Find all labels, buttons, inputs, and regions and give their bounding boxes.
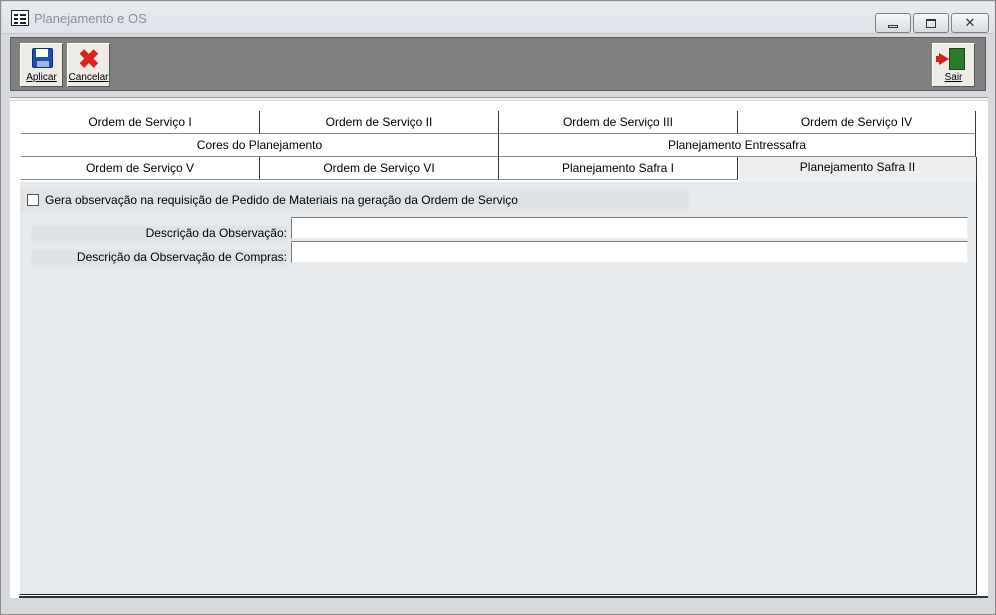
gera-observacao-row: Gera observação na requisição de Pedido … <box>21 189 689 211</box>
descricao-observacao-input[interactable] <box>291 217 968 239</box>
tab-planejamento-safra-2[interactable]: Planejamento Safra II <box>738 157 977 183</box>
save-icon <box>32 48 53 68</box>
window-title: Planejamento e OS <box>34 11 147 26</box>
tab-planejamento-entressafra[interactable]: Planejamento Entressafra <box>499 134 976 157</box>
maximize-icon <box>926 18 936 28</box>
minimize-button[interactable] <box>875 13 911 33</box>
gera-observacao-checkbox[interactable] <box>27 194 39 206</box>
cancel-button[interactable]: ✖ Cancelar <box>67 43 110 87</box>
descricao-observacao-compras-input[interactable] <box>291 241 968 263</box>
tab-ordem-servico-1[interactable]: Ordem de Serviço I <box>21 111 260 134</box>
tab-ordem-servico-2[interactable]: Ordem de Serviço II <box>260 111 499 134</box>
app-icon <box>11 10 29 26</box>
close-button[interactable]: ✕ <box>951 13 989 33</box>
title-bar: Planejamento e OS ✕ <box>2 2 994 34</box>
tab-ordem-servico-5[interactable]: Ordem de Serviço V <box>21 157 260 180</box>
descricao-observacao-compras-label-text: Descrição da Observação de Compras: <box>76 250 287 264</box>
tab-ordem-servico-4[interactable]: Ordem de Serviço IV <box>738 111 976 134</box>
toolbar: Aplicar ✖ Cancelar Sair <box>10 37 986 91</box>
minimize-icon <box>888 24 898 28</box>
maximize-button[interactable] <box>913 13 949 33</box>
apply-button[interactable]: Aplicar <box>20 43 63 87</box>
descricao-observacao-label: Descrição da Observação: <box>31 226 287 243</box>
panel-border <box>19 596 988 598</box>
cancel-icon: ✖ <box>78 44 100 74</box>
tab-ordem-servico-6[interactable]: Ordem de Serviço VI <box>260 157 499 180</box>
toolbar-divider <box>10 97 988 100</box>
apply-label: Aplicar <box>26 72 57 83</box>
descricao-observacao-label-text: Descrição da Observação: <box>145 226 287 240</box>
close-icon: ✕ <box>964 15 976 30</box>
descricao-observacao-compras-label: Descrição da Observação de Compras: <box>31 250 287 267</box>
cancel-label: Cancelar <box>68 72 109 83</box>
exit-button[interactable]: Sair <box>932 43 975 87</box>
app-window: Planejamento e OS ✕ Aplicar ✖ Cancelar S… <box>0 0 996 615</box>
tab-ordem-servico-3[interactable]: Ordem de Serviço III <box>499 111 738 134</box>
gera-observacao-label: Gera observação na requisição de Pedido … <box>45 193 518 207</box>
exit-label: Sair <box>944 72 963 83</box>
tab-planejamento-safra-1[interactable]: Planejamento Safra I <box>499 157 738 180</box>
tab-cores-planejamento[interactable]: Cores do Planejamento <box>21 134 499 157</box>
